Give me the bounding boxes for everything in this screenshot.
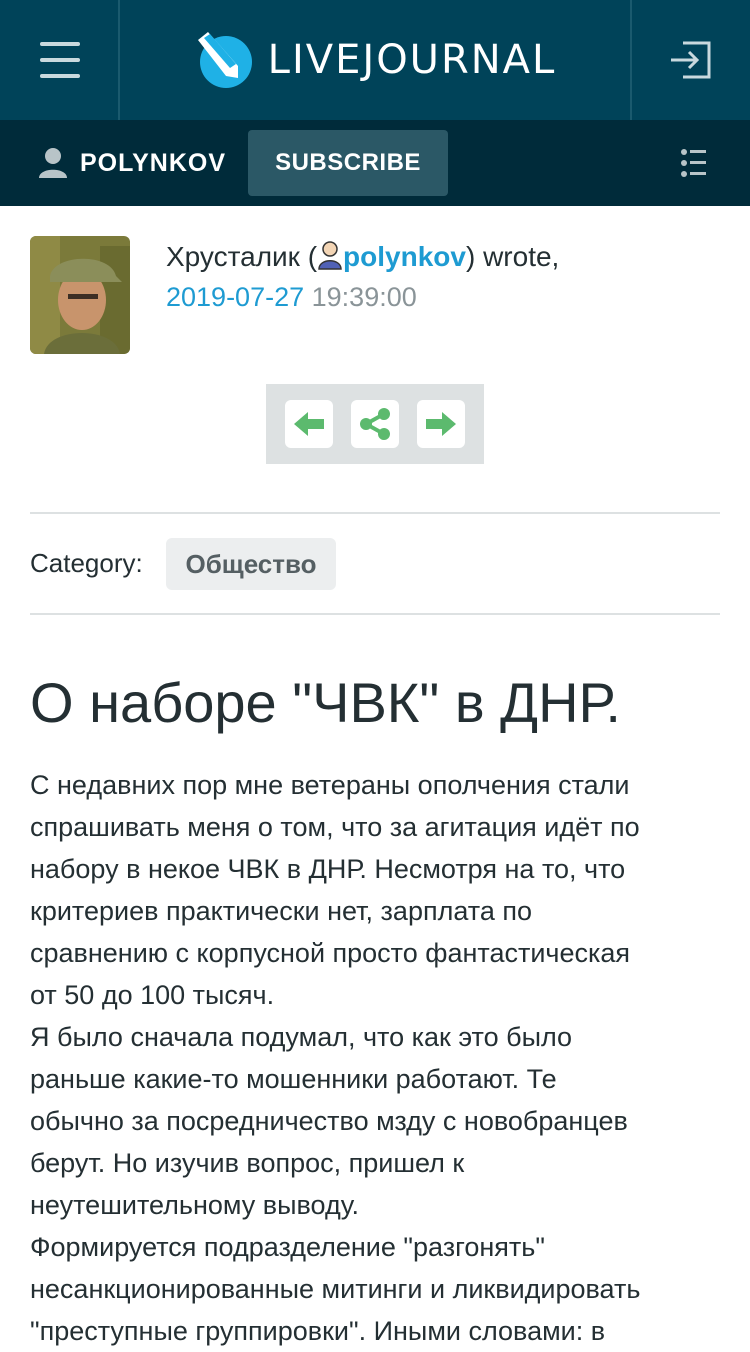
post-body-line: несанкционированные митинги и ликвидиров… xyxy=(30,1274,641,1304)
post-date-link[interactable]: 2019-07-27 xyxy=(166,282,304,312)
author-open-paren: ( xyxy=(299,241,318,272)
author-line: Хрусталик ( polynkov) wrote, xyxy=(166,240,559,273)
author-avatar-image xyxy=(30,236,130,354)
post-body: С недавних пор мне ветераны ополчения ст… xyxy=(30,764,730,1352)
previous-entry-button[interactable] xyxy=(285,400,333,448)
author-avatar[interactable] xyxy=(30,236,130,354)
arrow-right-icon xyxy=(426,412,456,436)
post-body-line: Формируется подразделение "разгонять" xyxy=(30,1232,545,1262)
next-entry-button[interactable] xyxy=(417,400,465,448)
hamburger-line xyxy=(40,42,80,46)
share-button[interactable] xyxy=(351,400,399,448)
post-body-line: неутешительному выводу. xyxy=(30,1190,360,1220)
hamburger-line xyxy=(40,58,80,62)
post-body-line: С недавних пор мне ветераны ополчения ст… xyxy=(30,770,630,800)
share-icon xyxy=(360,408,390,440)
post-body-line: берут. Но изучив вопрос, пришел к xyxy=(30,1148,465,1178)
hamburger-line xyxy=(40,74,80,78)
author-wrote-text: ) wrote, xyxy=(465,241,560,272)
category-tag[interactable]: Общество xyxy=(166,538,336,590)
user-icon xyxy=(39,148,67,178)
journal-username[interactable]: POLYNKOV xyxy=(80,149,226,178)
post-body-line: спрашивать меня о том, что за агитация и… xyxy=(30,812,640,842)
post-body-line: набору в некое ЧВК в ДНР. Несмотря на то… xyxy=(30,854,626,884)
logo-text: LIVEJOURNAL xyxy=(267,37,557,83)
hamburger-menu-button[interactable] xyxy=(0,0,120,120)
entry-navigation xyxy=(266,384,484,464)
post-body-line: сравнению с корпусной просто фантастичес… xyxy=(30,938,631,968)
divider xyxy=(30,613,720,615)
user-head-icon xyxy=(318,241,342,270)
livejournal-logo-icon xyxy=(197,32,252,88)
subscribe-button[interactable]: SUBSCRIBE xyxy=(248,130,449,196)
login-button[interactable] xyxy=(630,0,750,120)
livejournal-logo[interactable]: LIVEJOURNAL xyxy=(120,0,630,120)
post-body-line: раньше какие-то мошенники работают. Те xyxy=(30,1064,557,1094)
author-journal-link[interactable]: polynkov xyxy=(343,241,466,272)
post-time: 19:39:00 xyxy=(311,282,417,312)
post-body-line: обычно за посредничество мзду с новобран… xyxy=(30,1106,628,1136)
post-body-line: критериев практически нет, зарплата по xyxy=(30,896,532,926)
journal-user-bar: POLYNKOV SUBSCRIBE xyxy=(0,120,750,206)
top-bar: LIVEJOURNAL xyxy=(0,0,750,120)
post-body-line: от 50 до 100 тысяч. xyxy=(30,980,275,1010)
category-label: Category: xyxy=(30,548,143,578)
list-icon[interactable] xyxy=(680,148,706,178)
arrow-left-icon xyxy=(294,412,324,436)
divider xyxy=(30,512,720,514)
post-body-line: Я было сначала подумал, что как это было xyxy=(30,1022,573,1052)
login-icon xyxy=(671,41,711,79)
post-body-line: "преступные группировки". Иными словами:… xyxy=(30,1316,606,1346)
author-name: Хрусталик xyxy=(166,241,300,272)
post-datetime: 2019-07-27 19:39:00 xyxy=(166,282,417,313)
post-title: О наборе "ЧВК" в ДНР. xyxy=(30,671,621,734)
